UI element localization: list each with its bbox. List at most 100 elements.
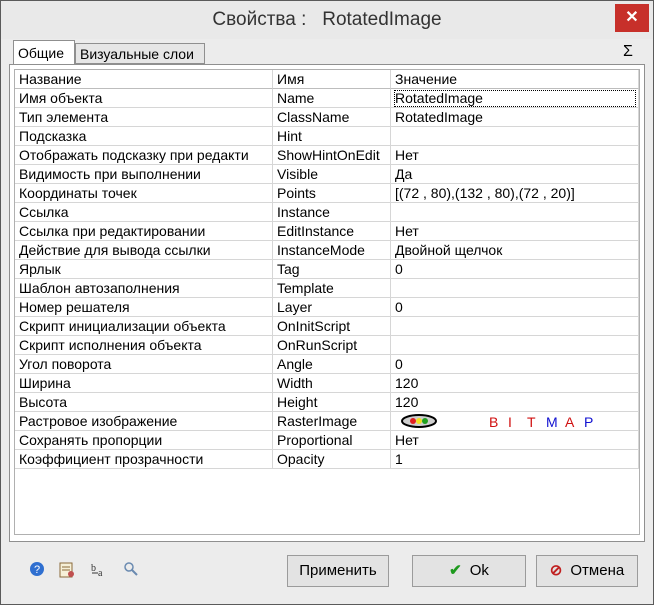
tab-strip: Общие Визуальные слои [9, 40, 645, 65]
property-title: Видимость при выполнении [15, 165, 273, 184]
property-title: Подсказка [15, 127, 273, 146]
close-button[interactable]: ✕ [615, 4, 649, 32]
property-name: Instance [273, 203, 391, 222]
property-name: Visible [273, 165, 391, 184]
property-row-onrunscript[interactable]: Скрипт исполнения объекта OnRunScript [15, 336, 639, 355]
apply-button[interactable]: Применить [287, 555, 389, 587]
property-value[interactable] [391, 317, 639, 336]
property-title: Координаты точек [15, 184, 273, 203]
cancel-icon: ⊘ [549, 562, 563, 579]
property-value[interactable]: Нет [391, 222, 639, 241]
property-value[interactable]: RotatedImage [391, 108, 639, 127]
property-row-rasterimage[interactable]: Растровое изображение RasterImage B I T M A P [15, 412, 639, 431]
property-value[interactable]: BITMAP [391, 412, 639, 431]
property-row-layer[interactable]: Номер решателя Layer 0 [15, 298, 639, 317]
property-row-tag[interactable]: Ярлык Tag 0 [15, 260, 639, 279]
property-row-template[interactable]: Шаблон автозаполнения Template [15, 279, 639, 298]
cancel-label: Отмена [570, 562, 625, 579]
column-header-name[interactable]: Имя [273, 70, 391, 89]
property-name: RasterImage [273, 412, 391, 431]
apply-label: Применить [299, 562, 377, 579]
property-title: Ссылка [15, 203, 273, 222]
property-row-visible[interactable]: Видимость при выполнении Visible Да [15, 165, 639, 184]
property-row-oninitscript[interactable]: Скрипт инициализации объекта OnInitScript [15, 317, 639, 336]
bitmap-letter: P [584, 414, 593, 430]
property-title: Скрипт исполнения объекта [15, 336, 273, 355]
search-icon[interactable] [121, 561, 141, 581]
svg-text:a: a [98, 568, 103, 579]
svg-text:?: ? [34, 564, 40, 576]
property-row-opacity[interactable]: Коэффициент прозрачности Opacity 1 [15, 450, 639, 469]
property-value[interactable]: Двойной щелчок [391, 241, 639, 260]
property-row-showhintonedit[interactable]: Отображать подсказку при редакти ShowHint… [15, 146, 639, 165]
grid-header: Название Имя Значение [15, 70, 639, 89]
property-title: Номер решателя [15, 298, 273, 317]
property-value[interactable] [391, 279, 639, 298]
thumbnail-dot-2 [422, 418, 428, 424]
property-name: Hint [273, 127, 391, 146]
window-title: Свойства : RotatedImage [212, 9, 442, 30]
property-name: Opacity [273, 450, 391, 469]
property-row-hint[interactable]: Подсказка Hint [15, 127, 639, 146]
property-row-instancemode[interactable]: Действие для вывода ссылки InstanceMode Дв… [15, 241, 639, 260]
bitmap-preview: BITMAP [401, 414, 593, 430]
property-name: OnRunScript [273, 336, 391, 355]
property-name: Points [273, 184, 391, 203]
property-title: Сохранять пропорции [15, 431, 273, 450]
checkmark-icon: ✔ [449, 562, 462, 579]
ok-label: Ok [469, 562, 489, 579]
property-value[interactable]: 0 [391, 298, 639, 317]
property-value[interactable]: Да [391, 165, 639, 184]
property-value[interactable] [391, 203, 639, 222]
property-row-name[interactable]: Имя объекта Name RotatedImage [15, 89, 639, 108]
ok-button[interactable]: ✔ Ok [412, 555, 526, 587]
tab-panel: Название Имя Значение Имя объекта Name Rot… [9, 64, 645, 542]
text-case-icon[interactable]: ba [89, 561, 109, 581]
property-value[interactable]: Нет [391, 146, 639, 165]
property-title: Ширина [15, 374, 273, 393]
property-name: ClassName [273, 108, 391, 127]
property-title: Растровое изображение [15, 412, 273, 431]
property-title: Отображать подсказку при редакти [15, 146, 273, 165]
property-row-points[interactable]: Координаты точек Points [(72 , 80),(132 , … [15, 184, 639, 203]
tab-general[interactable]: Общие [13, 40, 75, 65]
property-row-classname[interactable]: Тип элемента ClassName RotatedImage [15, 108, 639, 127]
property-name: EditInstance [273, 222, 391, 241]
properties-grid[interactable]: Название Имя Значение Имя объекта Name Rot… [14, 69, 640, 535]
column-header-title[interactable]: Название [15, 70, 273, 89]
property-row-editinstance[interactable]: Ссылка при редактировании EditInstance Нет [15, 222, 639, 241]
property-name: Template [273, 279, 391, 298]
property-row-proportional[interactable]: Сохранять пропорции Proportional Нет [15, 431, 639, 450]
property-title: Действие для вывода ссылки [15, 241, 273, 260]
property-value[interactable] [391, 336, 639, 355]
property-row-instance[interactable]: Ссылка Instance [15, 203, 639, 222]
tab-visual-layers[interactable]: Визуальные слои [75, 43, 205, 64]
thumbnail-dot-0 [410, 418, 416, 424]
property-row-width[interactable]: Ширина Width 120 [15, 374, 639, 393]
properties-dialog: Свойства : RotatedImage ✕ Общие Визуальн… [0, 0, 654, 605]
sigma-icon[interactable]: Σ [618, 42, 638, 62]
property-row-angle[interactable]: Угол поворота Angle 0 [15, 355, 639, 374]
property-value[interactable]: 120 [391, 393, 639, 412]
property-value[interactable]: 0 [391, 260, 639, 279]
property-name: Width [273, 374, 391, 393]
property-title: Тип элемента [15, 108, 273, 127]
help-icon[interactable]: ? [27, 561, 47, 581]
property-value[interactable]: Нет [391, 431, 639, 450]
property-value[interactable]: 0 [391, 355, 639, 374]
column-header-value[interactable]: Значение [391, 70, 639, 89]
svg-text:b: b [91, 563, 96, 574]
cancel-button[interactable]: ⊘ Отмена [536, 555, 638, 587]
property-title: Коэффициент прозрачности [15, 450, 273, 469]
title-bar[interactable]: Свойства : RotatedImage ✕ [1, 1, 653, 39]
bitmap-letter: B [489, 414, 498, 430]
focus-rect [394, 90, 636, 107]
property-value[interactable]: 120 [391, 374, 639, 393]
property-title: Шаблон автозаполнения [15, 279, 273, 298]
property-row-height[interactable]: Высота Height 120 [15, 393, 639, 412]
bitmap-letter: A [565, 414, 575, 430]
property-value[interactable] [391, 127, 639, 146]
property-value[interactable]: 1 [391, 450, 639, 469]
properties-icon[interactable] [57, 561, 77, 581]
property-value[interactable]: [(72 , 80),(132 , 80),(72 , 20)] [391, 184, 639, 203]
